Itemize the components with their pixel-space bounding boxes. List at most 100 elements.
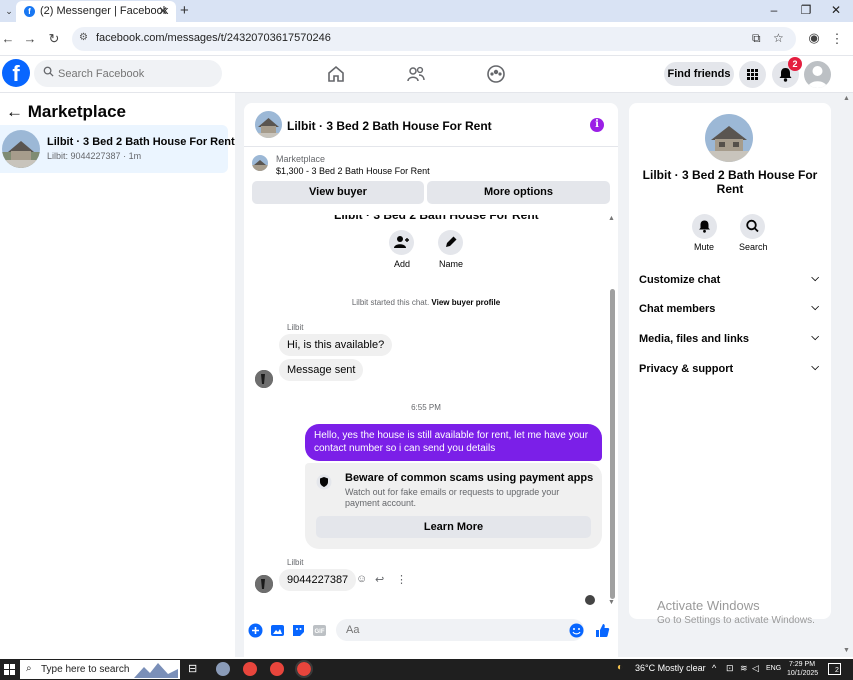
volume-icon[interactable]: ◁ [752,663,759,674]
scroll-down-arrow-icon[interactable]: ▼ [608,599,615,606]
back-arrow-icon[interactable]: ← [6,102,23,121]
messenger-page: ← Marketplace Lilbit · 3 Bed 2 Bath Hous… [0,93,853,657]
react-emoji-icon[interactable]: ☺ [356,573,367,585]
seen-receipt-avatar [585,595,595,605]
search-in-chat-button[interactable] [740,214,765,239]
name-chat-button[interactable] [438,230,463,255]
watermark-line1: Activate Windows [657,598,760,613]
add-people-button[interactable] [389,230,414,255]
search-highlight-mountains-icon [134,663,178,678]
facebook-logo-icon[interactable]: f [2,59,30,87]
details-title: Lilbit · 3 Bed 2 Bath House For Rent [642,168,818,196]
weather-text[interactable]: 36°C Mostly clear [635,663,706,673]
sticker-icon[interactable] [291,623,306,638]
scroll-up-arrow-icon[interactable]: ▲ [608,215,615,222]
more-actions-icon[interactable]: ⋮ [396,573,407,586]
taskbar-clock[interactable]: 7:29 PM 10/1/2025 [787,660,818,678]
listing-thumbnail[interactable] [252,155,268,171]
groups-icon[interactable] [486,64,506,84]
listing-price[interactable]: $1,300 - 3 Bed 2 Bath House For Rent [276,166,430,176]
view-buyer-profile-link[interactable]: View buyer profile [431,298,500,307]
chrome-icon[interactable] [243,662,257,676]
new-tab-button[interactable]: + [180,2,189,19]
home-icon[interactable] [326,64,346,84]
url-omnibox[interactable]: ⚙ facebook.com/messages/t/24320703617570… [72,27,796,51]
incoming-message[interactable]: 9044227387 [279,569,357,591]
weather-moon-icon[interactable]: ◐ [617,662,623,673]
notification-badge: 2 [788,57,802,71]
facebook-search[interactable] [34,60,222,87]
learn-more-button[interactable]: Learn More [316,516,591,538]
incoming-message[interactable]: Hi, is this available? [279,334,393,356]
row-label: Media, files and links [639,333,750,345]
menu-button[interactable] [739,61,766,88]
mute-button[interactable] [692,214,717,239]
reply-icon[interactable]: ↩ [375,573,384,586]
account-avatar[interactable] [804,61,831,88]
profile-icon[interactable]: ◉ [806,30,822,46]
thumbs-up-icon[interactable] [595,623,610,638]
back-icon[interactable]: ← [0,31,16,46]
sender-name: Lilbit [287,323,304,332]
svg-text:GIF: GIF [315,629,325,635]
scam-warning-title: Beware of common scams using payment app… [345,472,594,484]
message-composer: GIF [244,609,618,657]
taskbar-app-icon[interactable] [216,662,230,676]
search-input[interactable] [58,64,218,83]
friends-icon[interactable] [406,64,426,84]
url-text[interactable]: facebook.com/messages/t/2432070361757024… [96,32,331,44]
site-settings-icon[interactable]: ⚙ [79,32,88,43]
sender-avatar[interactable] [255,370,273,388]
gif-icon[interactable]: GIF [312,623,327,638]
chevron-down-icon: ⌵ [811,332,819,343]
details-house-image[interactable] [705,114,753,162]
chat-house-thumbnail[interactable] [255,111,282,138]
tab-close-icon[interactable]: ✕ [158,4,168,18]
chat-members-row[interactable]: Chat members ⌵ [639,302,821,315]
info-icon[interactable]: i [590,118,604,132]
sender-avatar[interactable] [255,575,273,593]
network-icon[interactable]: ⊡ [726,663,734,674]
language-indicator[interactable]: ENG [766,665,781,672]
bookmark-star-icon[interactable]: ☆ [773,31,784,45]
privacy-support-row[interactable]: Privacy & support ⌵ [639,362,821,375]
more-options-button[interactable]: More options [427,181,610,204]
taskbar-search[interactable]: ⌕ Type here to search [20,660,180,679]
chat-scrollbar-thumb[interactable] [610,289,615,599]
install-app-icon[interactable]: ⧉ [752,31,761,46]
activate-windows-watermark: Activate Windows Go to Settings to activ… [657,598,837,626]
forward-icon[interactable]: → [22,31,38,46]
conversation-item[interactable]: Lilbit · 3 Bed 2 Bath House For Rent Lil… [0,125,235,173]
tab-search-chevron-icon[interactable]: ⌄ [2,3,16,19]
plus-circle-icon[interactable] [248,623,263,638]
task-view-icon[interactable]: ⊟ [188,662,197,675]
window-close-button[interactable]: ✕ [826,3,846,17]
windows-start-icon[interactable] [4,664,15,675]
reload-icon[interactable]: ↻ [46,31,62,47]
browser-menu-icon[interactable]: ⋮ [829,31,845,47]
media-files-links-row[interactable]: Media, files and links ⌵ [639,332,821,345]
chrome-active-icon[interactable] [295,660,313,678]
browser-tab[interactable]: f (2) Messenger | Facebook ✕ [16,1,176,22]
message-input[interactable] [336,619,584,641]
minimize-button[interactable]: – [764,3,784,17]
taskbar-search-text: Type here to search [41,664,130,675]
outgoing-message[interactable]: Hello, yes the house is still available … [305,424,602,461]
facebook-favicon-icon: f [24,6,35,17]
incoming-message[interactable]: Message sent [279,359,364,381]
chat-details-panel: Lilbit · 3 Bed 2 Bath House For Rent Mut… [629,103,831,619]
customize-chat-row[interactable]: Customize chat ⌵ [639,273,821,286]
chrome-icon[interactable] [270,662,284,676]
emoji-icon[interactable] [569,623,584,638]
view-buyer-button[interactable]: View buyer [252,181,424,204]
chat-title[interactable]: Lilbit · 3 Bed 2 Bath House For Rent [287,119,492,133]
page-scroll-down-icon[interactable]: ▼ [843,647,850,654]
restore-button[interactable]: ❐ [796,3,816,17]
action-center-icon[interactable]: 2 [828,663,841,675]
show-hidden-icons-icon[interactable]: ^ [712,663,716,673]
chevron-down-icon: ⌵ [811,362,819,373]
photo-icon[interactable] [270,623,285,638]
page-scroll-up-icon[interactable]: ▲ [843,95,850,102]
wifi-icon[interactable]: ≋ [740,663,748,674]
find-friends-button[interactable]: Find friends [664,62,734,86]
